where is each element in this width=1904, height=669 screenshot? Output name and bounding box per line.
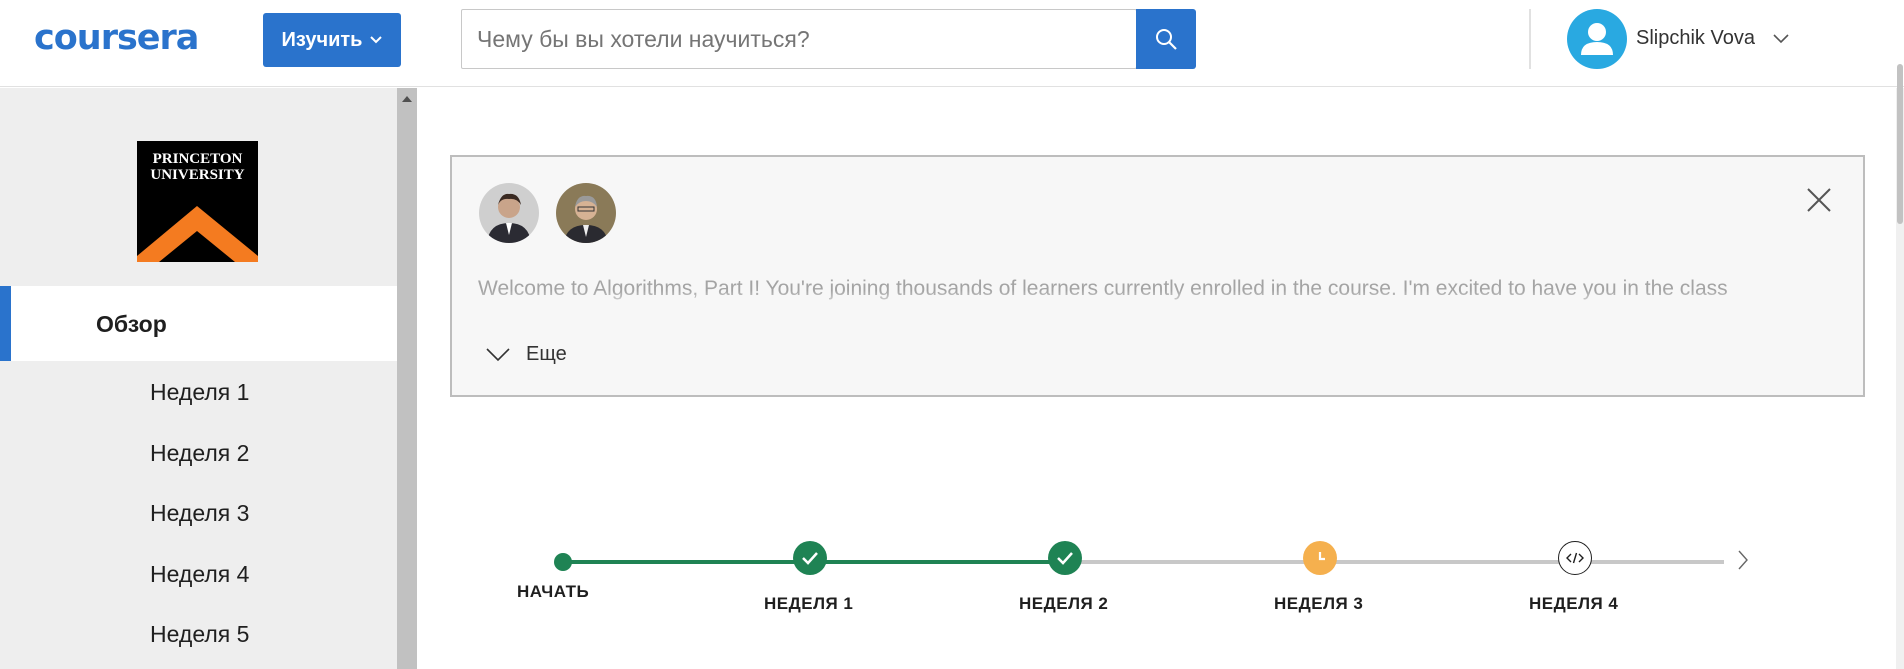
user-name[interactable]: Slipchik Vova	[1636, 27, 1755, 50]
progress-line-remaining	[1068, 560, 1724, 564]
chevron-down-icon[interactable]	[1773, 34, 1789, 44]
close-icon[interactable]	[1805, 186, 1833, 214]
show-more-button[interactable]: Еще	[486, 343, 567, 366]
chevron-down-icon	[486, 347, 510, 361]
timeline-week-2-label[interactable]: НЕДЕЛЯ 2	[1019, 594, 1108, 614]
timeline-week-1-label[interactable]: НЕДЕЛЯ 1	[764, 594, 853, 614]
header-divider	[1529, 9, 1531, 69]
week-2-complete-icon[interactable]	[1048, 541, 1082, 575]
sidebar-item-week-3[interactable]: Неделя 3	[150, 500, 249, 527]
timeline-week-3-label[interactable]: НЕДЕЛЯ 3	[1274, 594, 1363, 614]
week-1-complete-icon[interactable]	[793, 541, 827, 575]
explore-button-label: Изучить	[281, 28, 363, 51]
search-box	[461, 9, 1137, 69]
timeline-start-label[interactable]: НАЧАТЬ	[517, 582, 589, 602]
instructor-message-card	[450, 155, 1865, 397]
sidebar-item-overview[interactable]	[0, 286, 397, 361]
top-header: coursera Изучить Slipchik Vova	[0, 0, 1904, 87]
sidebar-item-week-5[interactable]: Неделя 5	[150, 621, 249, 648]
explore-button[interactable]: Изучить	[263, 13, 401, 67]
instructor-avatar[interactable]	[479, 183, 539, 243]
instructor-message-body: Welcome to Algorithms, Part I! You're jo…	[478, 277, 1728, 300]
sidebar-item-week-1[interactable]: Неделя 1	[150, 379, 249, 406]
page-scrollbar-thumb[interactable]	[1897, 64, 1903, 224]
chevron-down-icon	[370, 36, 383, 44]
university-logo: PRINCETON UNIVERSITY	[137, 141, 258, 262]
show-more-label: Еще	[526, 343, 567, 365]
sidebar-item-week-4[interactable]: Неделя 4	[150, 561, 249, 588]
active-indicator	[0, 286, 11, 361]
sidebar-item-week-2[interactable]: Неделя 2	[150, 440, 249, 467]
sidebar-scrollbar[interactable]	[397, 88, 417, 669]
instructor-message-text: Welcome to Algorithms, Part I! You're jo…	[478, 277, 1808, 311]
instructor-avatar[interactable]	[556, 183, 616, 243]
search-icon	[1156, 29, 1177, 50]
coursera-logo[interactable]: coursera	[34, 18, 199, 58]
search-input[interactable]	[462, 10, 1136, 68]
scroll-up-arrow-icon[interactable]	[402, 96, 412, 102]
start-marker	[554, 553, 572, 571]
sidebar-item-overview-label: Обзор	[96, 311, 167, 337]
user-avatar-icon[interactable]	[1567, 9, 1627, 69]
chevron-right-icon[interactable]	[1737, 549, 1749, 571]
timeline-week-4-label[interactable]: НЕДЕЛЯ 4	[1529, 594, 1618, 614]
search-button[interactable]	[1136, 9, 1196, 69]
week-3-clock-icon[interactable]	[1303, 541, 1337, 575]
week-4-code-icon[interactable]	[1558, 541, 1592, 575]
